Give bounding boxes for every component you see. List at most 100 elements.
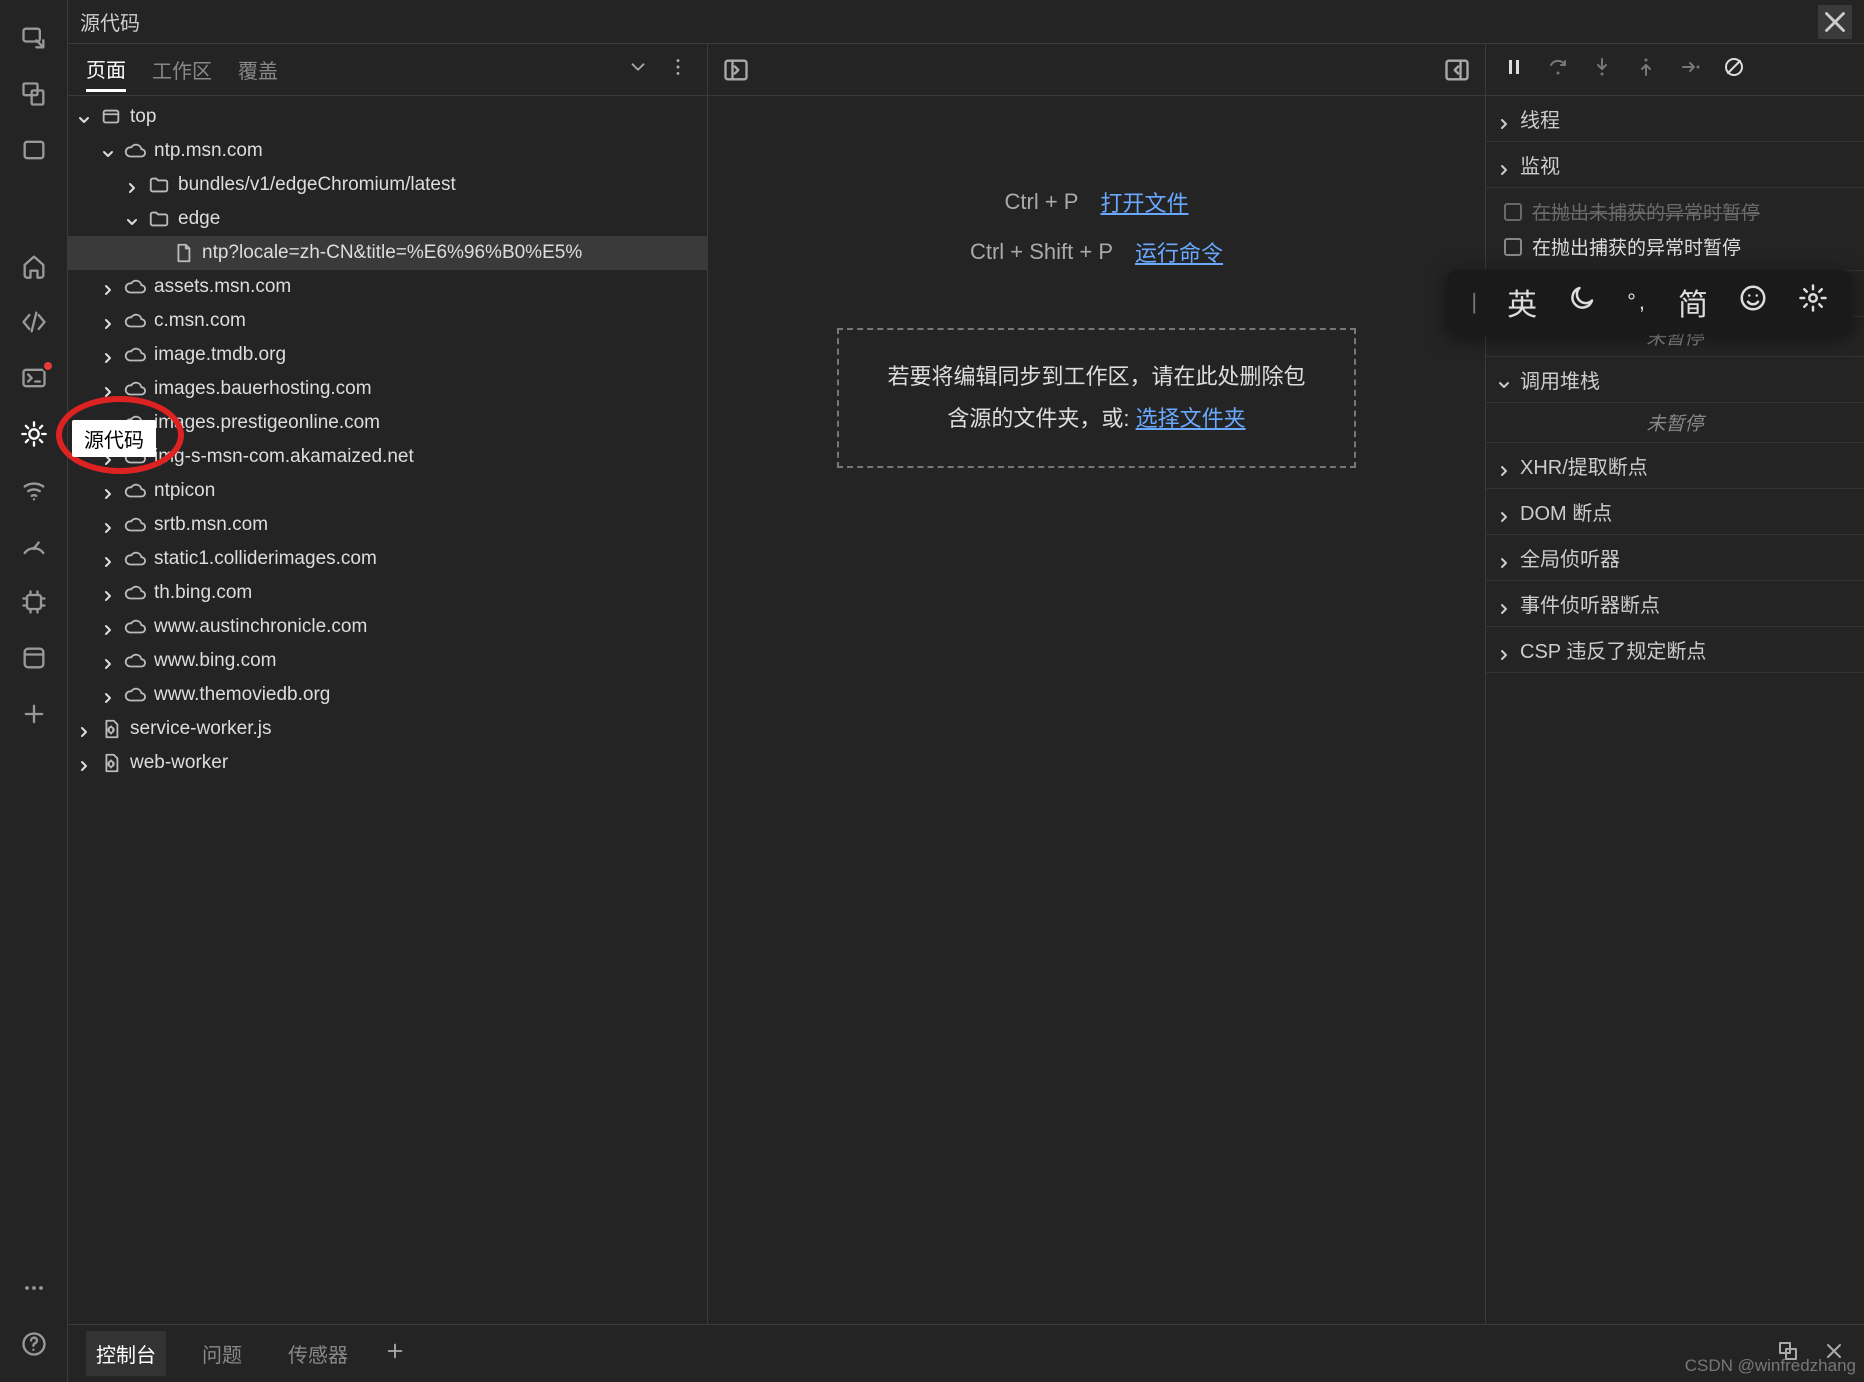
shortcut-keys: Ctrl + Shift + P — [970, 239, 1113, 265]
tree-domain[interactable]: assets.msn.com — [68, 270, 707, 304]
window-icon — [100, 106, 122, 128]
watermark: CSDN @winfredzhang — [1685, 1356, 1856, 1376]
tree-label: service-worker.js — [130, 718, 271, 740]
kebab-icon[interactable] — [667, 56, 689, 83]
drawer-tab-console[interactable]: 控制台 — [86, 1331, 166, 1376]
select-folder-link[interactable]: 选择文件夹 — [1136, 406, 1246, 431]
inspect-icon[interactable] — [16, 20, 52, 56]
tree-domain[interactable]: c.msn.com — [68, 304, 707, 338]
tree-domain[interactable]: images.bauerhosting.com — [68, 372, 707, 406]
pause-icon[interactable] — [1502, 55, 1526, 84]
elements-icon[interactable] — [16, 304, 52, 340]
drawer-add-icon[interactable] — [384, 1340, 406, 1367]
toggle-navigator-icon[interactable] — [722, 56, 750, 84]
section-label: 线程 — [1520, 104, 1560, 133]
home-icon[interactable] — [16, 248, 52, 284]
close-button[interactable] — [1818, 5, 1852, 39]
drawer: 控制台 问题 传感器 — [68, 1324, 1864, 1382]
editor-body: Ctrl + P 打开文件 Ctrl + Shift + P 运行命令 若要将编… — [708, 96, 1485, 1382]
memory-icon[interactable] — [16, 584, 52, 620]
tree-domain[interactable]: image.tmdb.org — [68, 338, 707, 372]
ime-emoji-icon[interactable] — [1738, 283, 1768, 321]
tab-workspace[interactable]: 工作区 — [152, 49, 212, 90]
tree-folder[interactable]: bundles/v1/edgeChromium/latest — [68, 168, 707, 202]
application-icon[interactable] — [16, 640, 52, 676]
ime-moon-icon[interactable] — [1567, 283, 1597, 321]
ime-toolbar[interactable]: | 英 °, 简 — [1447, 270, 1852, 334]
section-csp[interactable]: CSP 违反了规定断点 — [1486, 627, 1864, 673]
tree-label: ntp.msn.com — [154, 140, 263, 162]
tree-label: www.bing.com — [154, 650, 277, 672]
help-icon[interactable] — [16, 1326, 52, 1362]
window-icon[interactable] — [16, 132, 52, 168]
more-icon[interactable] — [16, 1270, 52, 1306]
ime-settings-icon[interactable] — [1798, 283, 1828, 321]
sources-icon[interactable] — [16, 416, 52, 452]
breakpoints-options: 在抛出未捕获的异常时暂停 在抛出捕获的异常时暂停 — [1486, 188, 1864, 271]
ime-simplified-button[interactable]: 简 — [1678, 280, 1708, 324]
section-callstack[interactable]: 调用堆栈 — [1486, 357, 1864, 403]
tree-domain[interactable]: img-s-msn-com.akamaized.net — [68, 440, 707, 474]
tree-domain[interactable]: th.bing.com — [68, 576, 707, 610]
tab-override[interactable]: 覆盖 — [238, 49, 278, 90]
tree-domain[interactable]: www.themoviedb.org — [68, 678, 707, 712]
toggle-debugger-icon[interactable] — [1443, 56, 1471, 84]
section-xhr[interactable]: XHR/提取断点 — [1486, 443, 1864, 489]
tree-label: ntpicon — [154, 480, 215, 502]
tree-domain[interactable]: www.bing.com — [68, 644, 707, 678]
shortcut-open-file: Ctrl + P 打开文件 — [1005, 186, 1189, 218]
ime-language-button[interactable]: 英 — [1507, 280, 1537, 324]
tree-domain[interactable]: ntpicon — [68, 474, 707, 508]
tree-domain[interactable]: www.austinchronicle.com — [68, 610, 707, 644]
section-event-listeners[interactable]: 事件侦听器断点 — [1486, 581, 1864, 627]
callstack-body: 未暂停 — [1486, 403, 1864, 443]
cloud-icon — [124, 514, 146, 536]
run-command-link[interactable]: 运行命令 — [1135, 236, 1223, 268]
tree-worker[interactable]: web-worker — [68, 746, 707, 780]
tree-worker[interactable]: service-worker.js — [68, 712, 707, 746]
console-messages-icon[interactable] — [16, 360, 52, 396]
tree-top[interactable]: top — [68, 100, 707, 134]
network-icon[interactable] — [16, 472, 52, 508]
panel-title: 源代码 — [80, 7, 140, 36]
section-global-listeners[interactable]: 全局侦听器 — [1486, 535, 1864, 581]
worker-icon — [100, 718, 122, 740]
checkbox-pause-caught[interactable]: 在抛出捕获的异常时暂停 — [1504, 229, 1846, 264]
deactivate-breakpoints-icon[interactable] — [1722, 55, 1746, 84]
checkbox-pause-uncaught[interactable]: 在抛出未捕获的异常时暂停 — [1504, 194, 1846, 229]
sources-tree[interactable]: top ntp.msn.com bundles/v1/edgeChromium/… — [68, 96, 707, 1356]
sources-tree-panel: 页面 工作区 覆盖 top — [68, 44, 708, 1382]
tree-file-selected[interactable]: ntp?locale=zh-CN&title=%E6%96%B0%E5% — [68, 236, 707, 270]
tree-domain[interactable]: ntp.msn.com — [68, 134, 707, 168]
chevron-down-icon[interactable] — [627, 56, 649, 83]
section-label: DOM 断点 — [1520, 497, 1612, 526]
open-file-link[interactable]: 打开文件 — [1100, 186, 1188, 218]
tree-domain[interactable]: static1.colliderimages.com — [68, 542, 707, 576]
performance-icon[interactable] — [16, 528, 52, 564]
add-panel-icon[interactable] — [16, 696, 52, 732]
shortcut-keys: Ctrl + P — [1005, 189, 1079, 215]
section-threads[interactable]: 线程 — [1486, 96, 1864, 142]
section-watch[interactable]: 监视 — [1486, 142, 1864, 188]
ime-punct-icon[interactable]: °, — [1627, 289, 1648, 315]
tree-label: edge — [178, 208, 220, 230]
cloud-icon — [124, 140, 146, 162]
section-label: CSP 违反了规定断点 — [1520, 635, 1706, 664]
debugger-toolbar — [1486, 44, 1864, 96]
folder-icon — [148, 174, 170, 196]
title-bar: 源代码 — [68, 0, 1864, 44]
workspace-drop-zone[interactable]: 若要将编辑同步到工作区，请在此处删除包 含源的文件夹，或: 选择文件夹 — [837, 328, 1355, 468]
main-area: 源代码 页面 工作区 覆盖 — [68, 0, 1864, 1382]
drawer-tab-sensors[interactable]: 传感器 — [278, 1331, 358, 1376]
tree-domain[interactable]: images.prestigeonline.com — [68, 406, 707, 440]
section-dom[interactable]: DOM 断点 — [1486, 489, 1864, 535]
cloud-icon — [124, 310, 146, 332]
cloud-icon — [124, 582, 146, 604]
tab-page[interactable]: 页面 — [86, 48, 126, 92]
tree-domain[interactable]: srtb.msn.com — [68, 508, 707, 542]
tree-folder-edge[interactable]: edge — [68, 202, 707, 236]
device-toggle-icon[interactable] — [16, 76, 52, 112]
file-icon — [172, 242, 194, 264]
editor-panel: Ctrl + P 打开文件 Ctrl + Shift + P 运行命令 若要将编… — [708, 44, 1486, 1382]
drawer-tab-issues[interactable]: 问题 — [192, 1331, 252, 1376]
